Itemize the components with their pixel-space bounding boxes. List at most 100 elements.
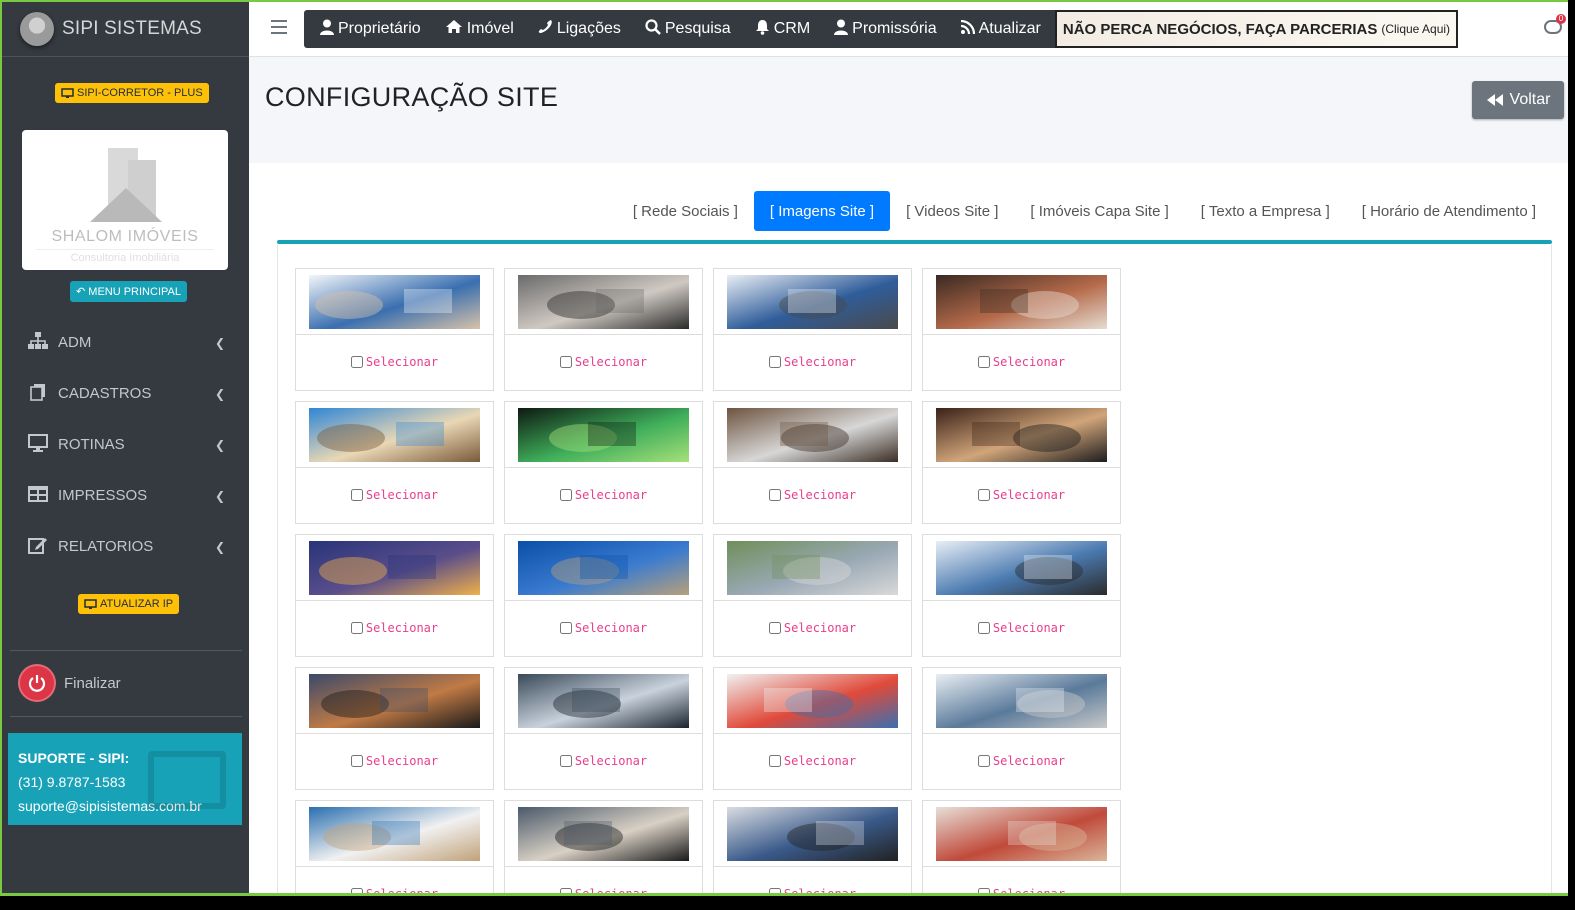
site-image-thumbnail[interactable] [518,275,689,329]
select-checkbox[interactable] [350,755,363,767]
select-checkbox-label[interactable]: Selecionar [296,754,493,768]
site-image-thumbnail[interactable] [518,408,689,462]
sidebar-item-cadastros[interactable]: CADASTROS ❮ [2,368,249,419]
select-checkbox[interactable] [768,622,781,634]
site-image-thumbnail[interactable] [936,807,1107,861]
select-checkbox[interactable] [768,755,781,767]
select-checkbox[interactable] [768,888,781,893]
select-checkbox-label[interactable]: Selecionar [296,355,493,369]
top-menu-item-3[interactable]: Pesquisa [633,18,743,40]
tab-3[interactable]: [ Imóveis Capa Site ] [1014,191,1184,231]
select-checkbox[interactable] [350,489,363,501]
top-menu-item-5[interactable]: Promissória [822,19,948,40]
select-checkbox-label[interactable]: Selecionar [714,621,911,635]
select-checkbox-label[interactable]: Selecionar [923,488,1120,502]
site-image-thumbnail[interactable] [518,541,689,595]
site-image-thumbnail[interactable] [727,408,898,462]
top-menu-item-4[interactable]: CRM [743,19,822,40]
sidebar-item-adm[interactable]: ADM ❮ [2,317,249,368]
brand-link[interactable]: SIPI SISTEMAS [2,2,249,57]
select-checkbox-label[interactable]: Selecionar [923,754,1120,768]
select-label: Selecionar [365,754,439,768]
copy-icon [26,383,50,405]
select-checkbox-label[interactable]: Selecionar [296,887,493,893]
select-checkbox[interactable] [977,755,990,767]
select-checkbox-label[interactable]: Selecionar [505,754,702,768]
tab-4[interactable]: [ Texto a Empresa ] [1185,191,1346,231]
partnership-banner[interactable]: NÃO PERCA NEGÓCIOS, FAÇA PARCERIAS (Cliq… [1054,10,1459,48]
select-checkbox-label[interactable]: Selecionar [923,887,1120,893]
top-menu-item-2[interactable]: Ligações [526,19,633,39]
thumbnail-frame [296,269,493,335]
select-checkbox[interactable] [977,356,990,368]
site-image-thumbnail[interactable] [727,541,898,595]
select-checkbox-label[interactable]: Selecionar [505,621,702,635]
tab-0[interactable]: [ Rede Sociais ] [617,191,754,231]
menu-toggle-icon[interactable] [271,20,287,38]
site-image-thumbnail[interactable] [936,408,1107,462]
top-menu-item-0[interactable]: Proprietário [308,19,433,40]
select-checkbox-label[interactable]: Selecionar [505,488,702,502]
image-tile: Selecionar [295,534,494,657]
site-image-thumbnail[interactable] [727,807,898,861]
sidebar-item-label: CADASTROS [58,385,152,402]
select-checkbox-label[interactable]: Selecionar [296,621,493,635]
select-checkbox[interactable] [768,489,781,501]
select-checkbox[interactable] [559,622,572,634]
power-icon [20,666,54,700]
select-checkbox-label[interactable]: Selecionar [923,355,1120,369]
top-menu-item-1[interactable]: Imóvel [433,19,526,39]
main-content: CONFIGURAÇÃO SITE Voltar [ Rede Sociais … [249,57,1568,893]
select-checkbox-label[interactable]: Selecionar [505,355,702,369]
select-checkbox-label[interactable]: Selecionar [296,488,493,502]
select-checkbox[interactable] [977,888,990,893]
select-label: Selecionar [574,887,648,896]
select-checkbox[interactable] [350,888,363,893]
site-image-thumbnail[interactable] [936,674,1107,728]
update-ip-button[interactable]: ATUALIZAR IP [78,594,180,614]
tab-2[interactable]: [ Videos Site ] [890,191,1014,231]
select-checkbox[interactable] [977,489,990,501]
site-image-thumbnail[interactable] [727,674,898,728]
sidebar-item-label: ROTINAS [58,436,125,453]
monitor-watermark-icon [148,751,226,809]
select-checkbox[interactable] [350,622,363,634]
select-checkbox-label[interactable]: Selecionar [714,355,911,369]
messages-icon[interactable]: 0 [1544,14,1566,34]
select-checkbox-label[interactable]: Selecionar [714,754,911,768]
site-image-thumbnail[interactable] [309,674,480,728]
tab-5[interactable]: [ Horário de Atendimento ] [1346,191,1552,231]
thumbnail-frame [296,801,493,867]
site-image-thumbnail[interactable] [309,275,480,329]
tab-1[interactable]: [ Imagens Site ] [753,191,891,231]
site-image-thumbnail[interactable] [309,541,480,595]
sidebar-item-relatorios[interactable]: RELATORIOS ❮ [2,521,249,572]
logout-button[interactable]: Finalizar [20,666,121,700]
select-checkbox-label[interactable]: Selecionar [714,887,911,893]
top-menu-label: Atualizar [978,20,1041,37]
main-menu-button[interactable]: ↶ MENU PRINCIPAL [70,281,187,302]
select-checkbox[interactable] [977,622,990,634]
site-image-thumbnail[interactable] [727,275,898,329]
sidebar-item-rotinas[interactable]: ROTINAS ❮ [2,419,249,470]
site-image-thumbnail[interactable] [936,541,1107,595]
site-image-thumbnail[interactable] [936,275,1107,329]
select-checkbox[interactable] [768,356,781,368]
select-checkbox[interactable] [559,356,572,368]
site-image-thumbnail[interactable] [518,674,689,728]
select-checkbox[interactable] [559,489,572,501]
select-checkbox-label[interactable]: Selecionar [923,621,1120,635]
select-checkbox[interactable] [350,356,363,368]
select-checkbox-label[interactable]: Selecionar [505,887,702,896]
select-checkbox-label[interactable]: Selecionar [714,488,911,502]
search-icon [645,18,661,40]
site-image-thumbnail[interactable] [309,807,480,861]
site-image-thumbnail[interactable] [309,408,480,462]
top-menu-item-6[interactable]: Atualizar [949,19,1053,39]
back-button[interactable]: Voltar [1472,81,1564,119]
site-image-thumbnail[interactable] [518,807,689,861]
sidebar-item-impressos[interactable]: IMPRESSOS ❮ [2,470,249,521]
select-checkbox[interactable] [559,888,572,893]
user-icon [320,19,334,40]
select-checkbox[interactable] [559,755,572,767]
